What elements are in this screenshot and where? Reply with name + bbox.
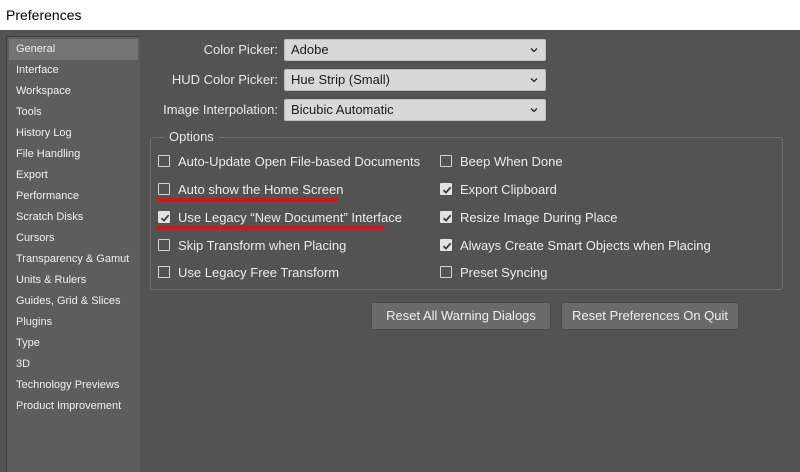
sidebar-item-guides-grid-slices[interactable]: Guides, Grid & Slices <box>7 291 140 312</box>
sidebar-item-plugins[interactable]: Plugins <box>7 312 140 333</box>
checkbox-checked[interactable] <box>440 211 452 223</box>
option-label: Use Legacy Free Transform <box>178 264 340 280</box>
color-picker-select[interactable]: Adobe <box>284 39 546 61</box>
checkbox[interactable] <box>158 266 170 278</box>
hud-color-picker-select[interactable]: Hue Strip (Small) <box>284 69 546 91</box>
checkbox[interactable] <box>158 183 170 195</box>
option-label: Resize Image During Place <box>460 209 618 225</box>
checkmark-icon <box>160 214 170 222</box>
sidebar-item-export[interactable]: Export <box>7 165 140 186</box>
annotation-underline <box>156 198 338 201</box>
image-interpolation-label: Image Interpolation: <box>163 102 278 117</box>
checkbox[interactable] <box>158 155 170 167</box>
option-label: Skip Transform when Placing <box>178 237 347 253</box>
reset-all-warning-dialogs-button[interactable]: Reset All Warning Dialogs <box>371 302 551 330</box>
image-interpolation-select[interactable]: Bicubic Automatic <box>284 99 546 121</box>
option-beep-when-done[interactable]: Beep When Done <box>440 152 563 170</box>
image-interpolation-value: Bicubic Automatic <box>291 102 394 117</box>
option-label: Use Legacy “New Document” Interface <box>178 209 402 225</box>
chevron-down-icon <box>530 48 538 53</box>
window-title: Preferences <box>0 0 800 30</box>
color-picker-value: Adobe <box>291 42 329 57</box>
chevron-down-icon <box>530 78 538 83</box>
option-label: Auto show the Home Screen <box>178 181 344 197</box>
chevron-down-icon <box>530 108 538 113</box>
sidebar-item-product-improvement[interactable]: Product Improvement <box>7 396 140 417</box>
option-auto-show-home-screen[interactable]: Auto show the Home Screen <box>158 180 343 198</box>
option-preset-syncing[interactable]: Preset Syncing <box>440 263 547 281</box>
checkmark-icon <box>442 242 452 250</box>
option-label: Always Create Smart Objects when Placing <box>460 237 711 253</box>
checkbox-checked[interactable] <box>158 211 170 223</box>
hud-color-picker-value: Hue Strip (Small) <box>291 72 390 87</box>
option-use-legacy-free-transform[interactable]: Use Legacy Free Transform <box>158 263 339 281</box>
sidebar-item-technology-previews[interactable]: Technology Previews <box>7 375 140 396</box>
option-resize-image-during-place[interactable]: Resize Image During Place <box>440 208 618 226</box>
option-label: Preset Syncing <box>460 264 548 280</box>
checkmark-icon <box>442 214 452 222</box>
option-always-create-smart-objects[interactable]: Always Create Smart Objects when Placing <box>440 236 711 254</box>
option-label: Export Clipboard <box>460 181 557 197</box>
sidebar-item-cursors[interactable]: Cursors <box>7 228 140 249</box>
sidebar-item-performance[interactable]: Performance <box>7 186 140 207</box>
reset-preferences-on-quit-button[interactable]: Reset Preferences On Quit <box>561 302 739 330</box>
sidebar-item-3d[interactable]: 3D <box>7 354 140 375</box>
sidebar-item-type[interactable]: Type <box>7 333 140 354</box>
checkbox[interactable] <box>440 266 452 278</box>
option-skip-transform-placing[interactable]: Skip Transform when Placing <box>158 236 346 254</box>
sidebar-item-scratch-disks[interactable]: Scratch Disks <box>7 207 140 228</box>
annotation-underline <box>156 226 384 229</box>
checkmark-icon <box>442 186 452 194</box>
checkbox-checked[interactable] <box>440 239 452 251</box>
color-picker-label: Color Picker: <box>203 42 278 57</box>
option-label: Beep When Done <box>460 153 563 169</box>
option-use-legacy-new-document[interactable]: Use Legacy “New Document” Interface <box>158 208 402 226</box>
sidebar-item-units-rulers[interactable]: Units & Rulers <box>7 270 140 291</box>
sidebar-item-history-log[interactable]: History Log <box>7 123 140 144</box>
hud-color-picker-label: HUD Color Picker: <box>171 72 278 87</box>
sidebar-item-file-handling[interactable]: File Handling <box>7 144 140 165</box>
checkbox[interactable] <box>158 239 170 251</box>
sidebar-item-transparency-gamut[interactable]: Transparency & Gamut <box>7 249 140 270</box>
checkbox-checked[interactable] <box>440 183 452 195</box>
option-export-clipboard[interactable]: Export Clipboard <box>440 180 557 198</box>
option-auto-update-documents[interactable]: Auto-Update Open File-based Documents <box>158 152 420 170</box>
option-label: Auto-Update Open File-based Documents <box>178 153 421 169</box>
checkbox[interactable] <box>440 155 452 167</box>
options-group-title: Options <box>164 129 219 145</box>
